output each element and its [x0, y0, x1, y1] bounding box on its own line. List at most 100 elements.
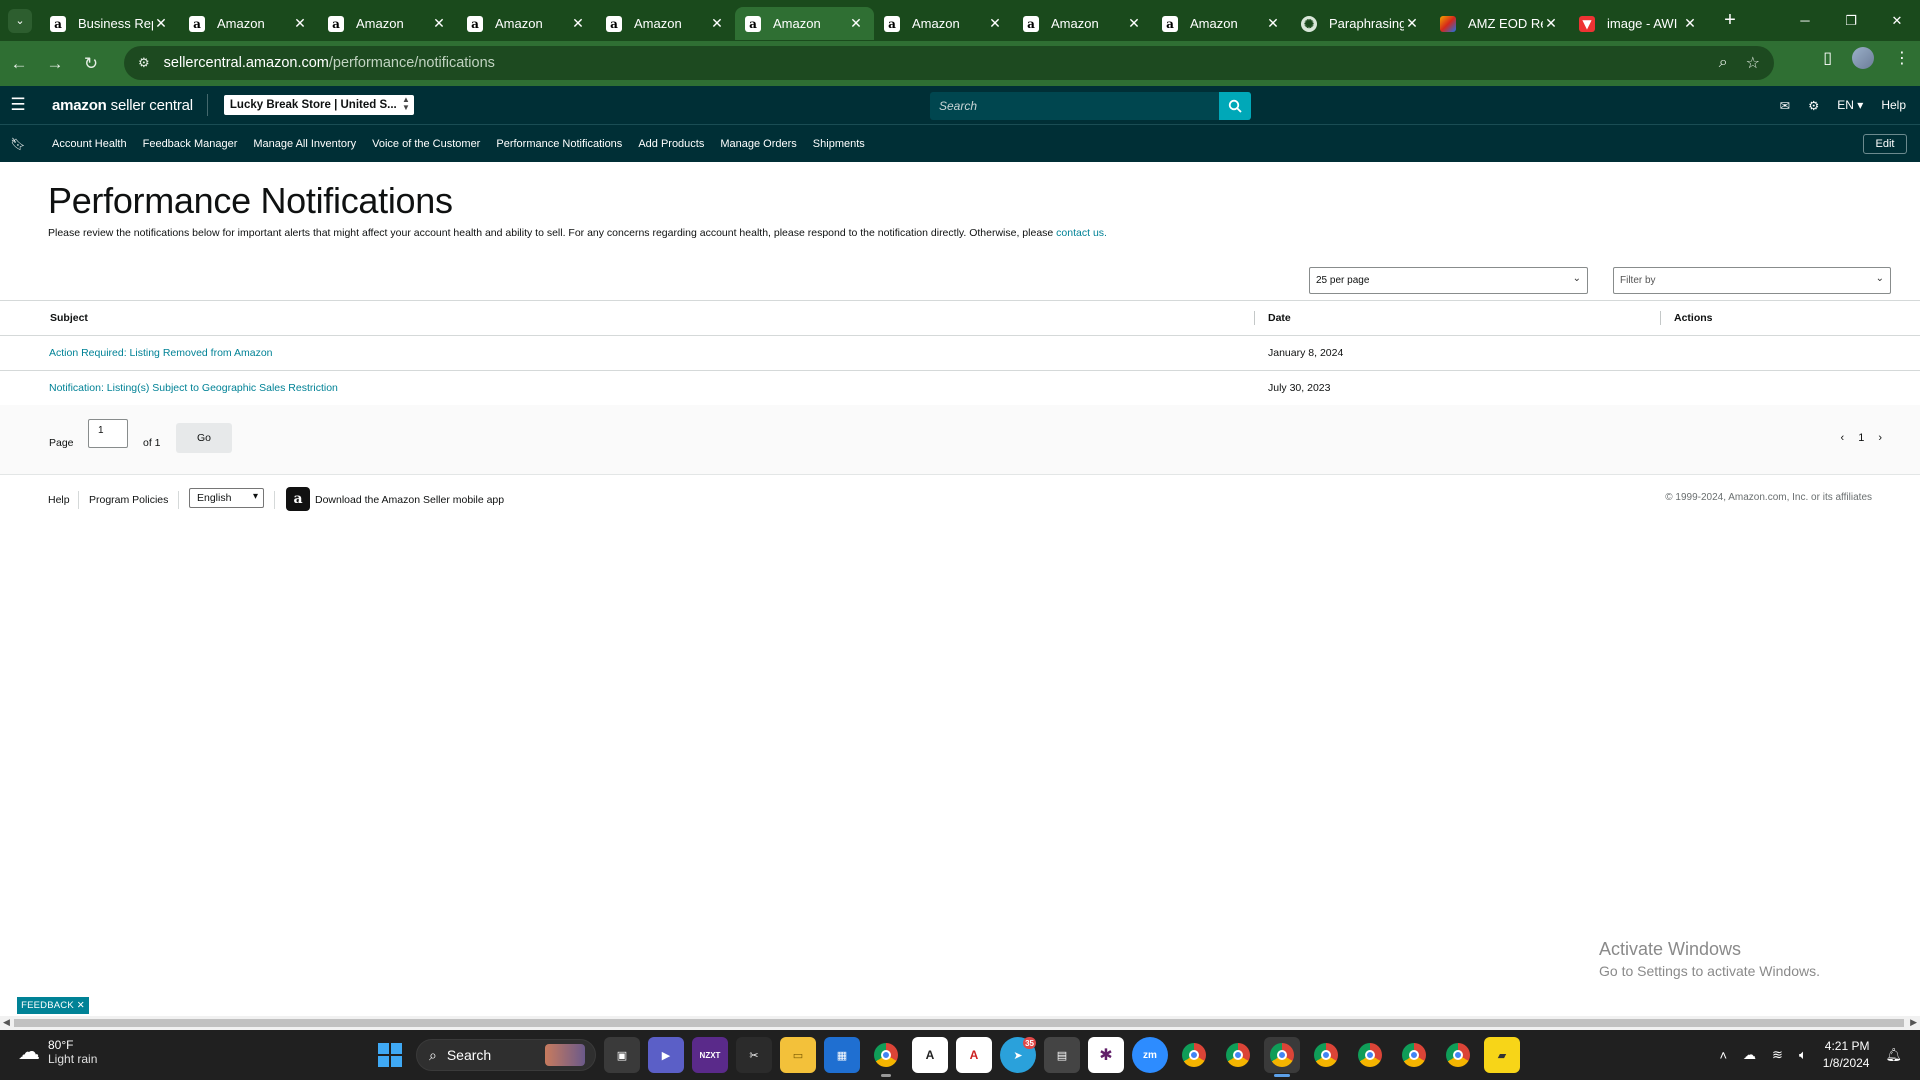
browser-tab[interactable]: a Amazon ✕: [735, 7, 874, 40]
footer-language-select[interactable]: English ▾: [189, 488, 264, 508]
amazon-app-icon[interactable]: a: [286, 487, 310, 511]
clock[interactable]: 4:21 PM 1/8/2024: [1823, 1038, 1870, 1072]
page-number-input[interactable]: 1: [88, 419, 128, 448]
slack-icon[interactable]: ✱: [1088, 1037, 1124, 1073]
close-tab-icon[interactable]: ✕: [431, 15, 447, 32]
program-policies-link[interactable]: Program Policies: [89, 494, 168, 506]
browser-tab[interactable]: AMZ EOD Re ✕: [1430, 7, 1569, 40]
telegram-icon[interactable]: ➤ 35: [1000, 1037, 1036, 1073]
nav-link-feedback-manager[interactable]: Feedback Manager: [143, 138, 238, 150]
browser-tab[interactable]: ✺ Paraphrasing ✕: [1291, 7, 1430, 40]
chevron-right-icon[interactable]: ›: [1878, 432, 1882, 444]
hamburger-menu-icon[interactable]: ☰: [0, 95, 36, 115]
zoom-icon[interactable]: zm: [1132, 1037, 1168, 1073]
close-window-icon[interactable]: ✕: [1874, 0, 1920, 41]
bookmark-icon[interactable]: 🔖︎: [0, 137, 36, 151]
minimize-icon[interactable]: ─: [1782, 0, 1828, 41]
close-tab-icon[interactable]: ✕: [709, 15, 725, 32]
download-app-link[interactable]: Download the Amazon Seller mobile app: [315, 494, 504, 506]
seller-central-logo[interactable]: amazon seller central: [36, 94, 208, 116]
per-page-select[interactable]: 25 per page ⌄: [1309, 267, 1588, 294]
bookmark-star-icon[interactable]: ☆: [1746, 53, 1760, 73]
tab-search-icon[interactable]: ⌄: [8, 8, 32, 33]
volume-icon[interactable]: 🔈︎: [1799, 1047, 1807, 1063]
help-link[interactable]: Help: [1881, 98, 1906, 112]
back-icon[interactable]: ←: [2, 47, 36, 81]
weather-widget[interactable]: ☁ 80°F Light rain: [18, 1038, 97, 1066]
column-header-date[interactable]: Date: [1268, 312, 1291, 324]
mail-icon[interactable]: ✉: [1780, 98, 1790, 113]
address-bar[interactable]: ⚙ sellercentral.amazon.com/performance/n…: [124, 46, 1774, 80]
close-tab-icon[interactable]: ✕: [153, 15, 169, 32]
close-tab-icon[interactable]: ✕: [848, 15, 864, 32]
browser-tab[interactable]: ▼ image - AWI ✕: [1569, 7, 1708, 40]
notification-subject-link[interactable]: Action Required: Listing Removed from Am…: [49, 347, 273, 359]
chrome-profile-icon[interactable]: [1308, 1037, 1344, 1073]
onedrive-icon[interactable]: ☁: [1743, 1047, 1756, 1063]
close-tab-icon[interactable]: ✕: [570, 15, 586, 32]
nav-link-shipments[interactable]: Shipments: [813, 138, 865, 150]
feedback-button[interactable]: FEEDBACK ✕: [17, 997, 89, 1014]
close-tab-icon[interactable]: ✕: [987, 15, 1003, 32]
taskbar-search[interactable]: ⌕ Search: [416, 1039, 596, 1071]
chrome-profile-icon[interactable]: [1440, 1037, 1476, 1073]
chevron-left-icon[interactable]: ‹: [1841, 432, 1845, 444]
chart-app-red-icon[interactable]: A: [956, 1037, 992, 1073]
filter-select[interactable]: Filter by ⌄: [1613, 267, 1891, 294]
browser-tab[interactable]: a Amazon ✕: [596, 7, 735, 40]
close-tab-icon[interactable]: ✕: [1404, 15, 1420, 32]
calendar-icon[interactable]: ▦: [824, 1037, 860, 1073]
nav-link-voice-of-the-customer[interactable]: Voice of the Customer: [372, 138, 480, 150]
reload-icon[interactable]: ↻: [74, 47, 108, 81]
nav-link-add-products[interactable]: Add Products: [638, 138, 704, 150]
chrome-profile-icon[interactable]: [1396, 1037, 1432, 1073]
wifi-icon[interactable]: ≋: [1772, 1047, 1783, 1063]
close-tab-icon[interactable]: ✕: [292, 15, 308, 32]
forward-icon[interactable]: →: [38, 47, 72, 81]
scroll-left-icon[interactable]: ◀: [3, 1017, 10, 1028]
store-selector[interactable]: Lucky Break Store | United S... ▲ ▼: [223, 95, 414, 115]
nav-link-performance-notifications[interactable]: Performance Notifications: [496, 138, 622, 150]
menu-dots-icon[interactable]: ⋮: [1894, 48, 1910, 68]
chrome-profile-icon[interactable]: [1176, 1037, 1212, 1073]
browser-tab[interactable]: a Amazon ✕: [1152, 7, 1291, 40]
browser-tab[interactable]: a Amazon ✕: [1013, 7, 1152, 40]
chrome-profile-icon[interactable]: [1220, 1037, 1256, 1073]
new-tab-icon[interactable]: +: [1718, 9, 1742, 32]
windows-start-icon[interactable]: [372, 1037, 408, 1073]
chrome-active-icon[interactable]: [1264, 1037, 1300, 1077]
browser-tab[interactable]: a Amazon ✕: [457, 7, 596, 40]
chrome-profile-icon[interactable]: [1352, 1037, 1388, 1073]
language-selector[interactable]: EN ▾: [1837, 98, 1863, 112]
close-tab-icon[interactable]: ✕: [1265, 15, 1281, 32]
contact-us-link[interactable]: contact us.: [1056, 227, 1107, 239]
task-view-icon[interactable]: ▣: [604, 1037, 640, 1073]
footer-help-link[interactable]: Help: [48, 494, 70, 506]
nzxt-icon[interactable]: NZXT: [692, 1037, 728, 1073]
site-info-icon[interactable]: ⚙: [138, 55, 150, 71]
chart-app-icon[interactable]: A: [912, 1037, 948, 1073]
side-panel-icon[interactable]: ▯: [1823, 48, 1832, 68]
browser-tab[interactable]: a Amazon ✕: [179, 7, 318, 40]
scroll-right-icon[interactable]: ▶: [1910, 1017, 1917, 1028]
column-header-subject[interactable]: Subject: [50, 312, 88, 324]
horizontal-scrollbar[interactable]: ◀ ▶: [0, 1016, 1920, 1030]
nav-link-manage-all-inventory[interactable]: Manage All Inventory: [253, 138, 356, 150]
sticky-notes-icon[interactable]: ▰: [1484, 1037, 1520, 1073]
browser-tab[interactable]: a Amazon ✕: [874, 7, 1013, 40]
profile-avatar[interactable]: [1852, 47, 1874, 69]
nav-link-manage-orders[interactable]: Manage Orders: [720, 138, 796, 150]
current-page[interactable]: 1: [1858, 432, 1864, 444]
notification-bell-icon[interactable]: 🔔︎: [1885, 1047, 1902, 1063]
scrollbar-thumb[interactable]: [14, 1019, 1904, 1027]
teams-icon[interactable]: ▶: [648, 1037, 684, 1073]
gear-icon[interactable]: ⚙: [1808, 98, 1819, 113]
search-input[interactable]: Search: [930, 92, 1250, 120]
close-tab-icon[interactable]: ✕: [1126, 15, 1142, 32]
close-icon[interactable]: ✕: [77, 1000, 85, 1011]
snipping-tool-icon[interactable]: ✂: [736, 1037, 772, 1073]
browser-tab[interactable]: a Business Rep ✕: [40, 7, 179, 40]
go-button[interactable]: Go: [176, 423, 232, 453]
notification-subject-link[interactable]: Notification: Listing(s) Subject to Geog…: [49, 382, 338, 394]
edit-button[interactable]: Edit: [1863, 134, 1907, 154]
